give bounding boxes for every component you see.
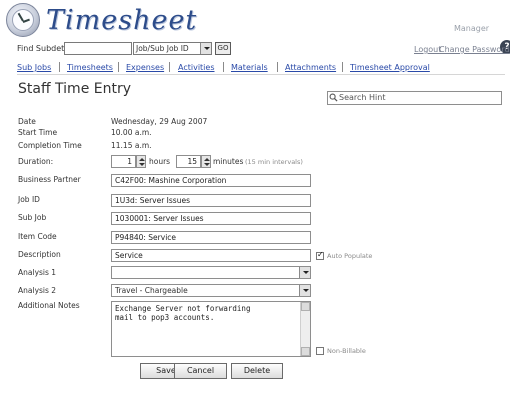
job-id-field[interactable]: 1U3d: Server Issues (111, 194, 311, 207)
start-time-label: Start Time (18, 128, 58, 137)
analysis-1-select[interactable] (111, 266, 311, 279)
nav-separator (169, 62, 170, 72)
analysis-2-value: Travel - Chargeable (115, 286, 188, 295)
find-type-select[interactable]: Job/Sub Job ID (133, 42, 212, 55)
nav-sub-jobs[interactable]: Sub Jobs (17, 63, 51, 72)
sub-job-label: Sub Job (18, 213, 47, 222)
find-input[interactable] (64, 42, 132, 55)
nav-timesheet-approval[interactable]: Timesheet Approval (350, 63, 430, 72)
description-label: Description (18, 250, 61, 259)
sub-job-field[interactable]: 1030001: Server Issues (111, 212, 311, 225)
clock-logo-icon (6, 3, 40, 37)
chevron-down-icon (299, 285, 310, 296)
nav-separator (223, 62, 224, 72)
logout-link[interactable]: Logout (414, 45, 441, 54)
date-label: Date (18, 117, 36, 126)
nav-divider (17, 74, 505, 75)
item-code-field[interactable]: P94840: Service (111, 231, 311, 244)
description-field[interactable]: Service (111, 249, 311, 262)
find-label: Find Subdet: (17, 44, 67, 53)
search-placeholder: Search Hint (339, 93, 386, 102)
search-icon (329, 93, 338, 102)
page-title: Staff Time Entry (18, 81, 132, 97)
analysis-2-label: Analysis 2 (18, 286, 57, 295)
nav-attachments[interactable]: Attachments (285, 63, 336, 72)
minutes-unit-label: minutes (213, 157, 244, 166)
completion-time-value: 11.15 a.m. (111, 141, 152, 150)
auto-populate-label: Auto Populate (327, 252, 373, 260)
minutes-hint: (15 min intervals) (245, 158, 303, 166)
analysis-1-label: Analysis 1 (18, 268, 57, 277)
go-button[interactable]: GO (215, 42, 231, 55)
business-partner-field[interactable]: C42F00: Mashine Corporation (111, 174, 311, 187)
minutes-stepper[interactable] (201, 155, 211, 168)
non-billable-label: Non-Billable (327, 347, 366, 355)
duration-label: Duration: (18, 157, 54, 166)
delete-button[interactable]: Delete (231, 363, 283, 379)
non-billable-checkbox[interactable] (316, 347, 324, 355)
nav-activities[interactable]: Activities (178, 63, 215, 72)
duration-minutes-input[interactable]: 15 (176, 155, 201, 168)
analysis-2-select[interactable]: Travel - Chargeable (111, 284, 311, 297)
auto-populate-checkbox[interactable] (316, 250, 324, 260)
chevron-down-icon (200, 43, 211, 54)
business-partner-label: Business Partner (18, 175, 81, 184)
hours-stepper[interactable] (136, 155, 146, 168)
app-title: Timesheet (46, 5, 198, 36)
nav-timesheets[interactable]: Timesheets (67, 63, 113, 72)
completion-time-label: Completion Time (18, 141, 82, 150)
user-label: Manager (454, 24, 490, 33)
scroll-down-icon[interactable] (301, 347, 310, 356)
nav-separator (277, 62, 278, 72)
additional-notes-label: Additional Notes (18, 301, 80, 310)
hours-unit-label: hours (149, 157, 171, 166)
scroll-up-icon[interactable] (301, 302, 310, 311)
nav-materials[interactable]: Materials (231, 63, 268, 72)
chevron-down-icon (299, 267, 310, 278)
additional-notes-textarea[interactable]: Exchange Server not forwarding mail to p… (111, 301, 311, 357)
job-id-label: Job ID (18, 195, 40, 204)
date-value: Wednesday, 29 Aug 2007 (111, 117, 208, 126)
duration-hours-input[interactable]: 1 (111, 155, 136, 168)
notes-scrollbar[interactable] (300, 302, 310, 356)
change-password-link[interactable]: Change Password (439, 45, 510, 54)
cancel-button[interactable]: Cancel (174, 363, 227, 379)
nav-separator (118, 62, 119, 72)
nav-separator (342, 62, 343, 72)
item-code-label: Item Code (18, 232, 57, 241)
find-type-value: Job/Sub Job ID (136, 44, 189, 53)
nav-expenses[interactable]: Expenses (126, 63, 164, 72)
start-time-value: 10.00 a.m. (111, 128, 152, 137)
nav-separator (59, 62, 60, 72)
